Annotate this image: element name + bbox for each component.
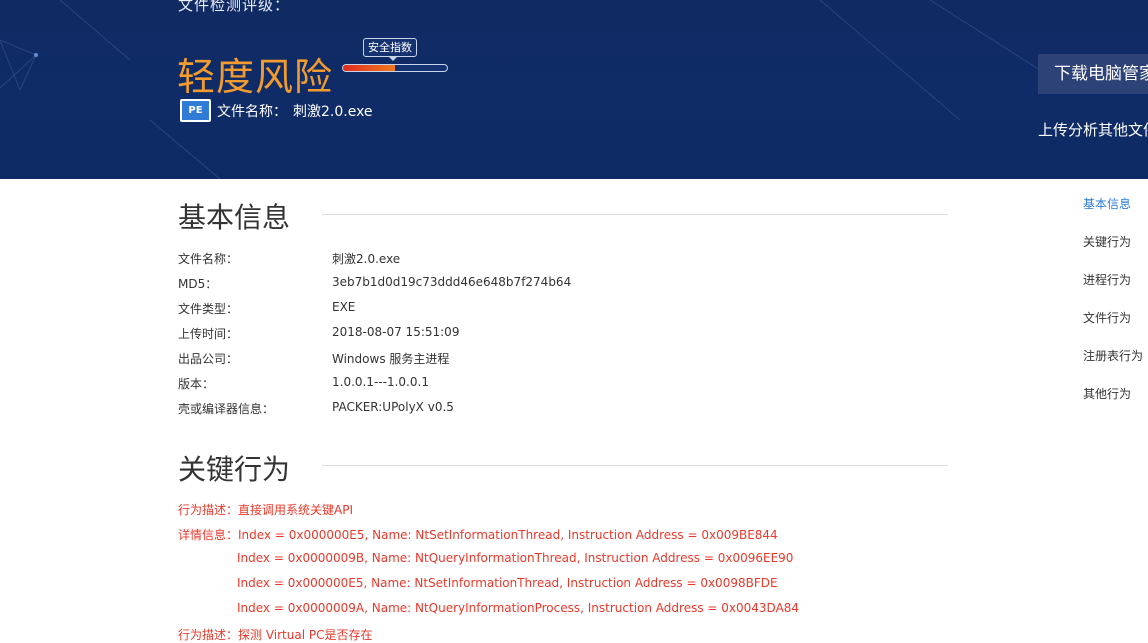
info-value: 1.0.0.1---1.0.0.1 xyxy=(332,375,429,389)
info-value: 3eb7b1d0d19c73ddd46e648b7f274b64 xyxy=(332,275,572,289)
behavior-description: 行为描述：直接调用系统关键API xyxy=(178,501,353,518)
section-divider xyxy=(322,214,948,215)
info-value: 刺激2.0.exe xyxy=(332,252,401,266)
info-value: Windows 服务主进程 xyxy=(332,352,450,366)
info-value: 2018-08-07 15:51:09 xyxy=(332,325,460,339)
behavior-desc-value: 探测 Virtual PC是否存在 xyxy=(238,628,373,642)
nav-item-other-behavior[interactable]: 其他行为 xyxy=(1083,385,1131,402)
safety-index-tooltip: 安全指数 xyxy=(363,38,417,61)
info-label: 文件类型： xyxy=(178,302,239,316)
info-label: 壳或编译器信息： xyxy=(178,402,275,416)
section-divider xyxy=(322,465,948,466)
safety-index-meter xyxy=(342,64,448,72)
nav-item-file-behavior[interactable]: 文件行为 xyxy=(1083,309,1131,326)
file-name-label: 文件名称： xyxy=(217,103,287,120)
info-label: 出品公司： xyxy=(178,352,239,366)
behavior-desc-value: 直接调用系统关键API xyxy=(238,503,354,517)
risk-level: 轻度风险 xyxy=(177,55,334,99)
nav-item-key-behavior[interactable]: 关键行为 xyxy=(1083,233,1131,250)
nav-item-registry-behavior[interactable]: 注册表行为 xyxy=(1083,347,1143,364)
report-banner: 文件检测评级： 轻度风险 安全指数 PE 文件名称： 刺激2.0.exe 下载电… xyxy=(0,0,1148,179)
behavior-detail-line: Index = 0x0000009B, Name: NtQueryInforma… xyxy=(237,551,794,565)
background-decoration xyxy=(0,0,1041,179)
info-label: 上传时间： xyxy=(178,327,239,341)
behavior-desc-label: 行为描述： xyxy=(178,628,239,642)
file-name-value: 刺激2.0.exe xyxy=(293,103,373,120)
nav-item-process-behavior[interactable]: 进程行为 xyxy=(1083,271,1131,288)
upload-other-file-link[interactable]: 上传分析其他文件 xyxy=(1038,119,1148,140)
behavior-detail-line: Index = 0x000000E5, Name: NtSetInformati… xyxy=(238,528,778,542)
info-label: 文件名称： xyxy=(178,252,239,266)
grade-label: 文件检测评级： xyxy=(178,0,291,14)
behavior-detail-line: Index = 0x0000009A, Name: NtQueryInforma… xyxy=(237,601,800,615)
basic-info-title: 基本信息 xyxy=(178,201,291,234)
info-label: 版本： xyxy=(178,377,215,391)
info-value: PACKER:UPolyX v0.5 xyxy=(332,400,454,414)
behavior-detail: 详情信息：Index = 0x000000E5, Name: NtSetInfo… xyxy=(178,526,778,543)
download-pc-manager-button[interactable]: 下载电脑管家 xyxy=(1038,54,1148,94)
info-value: EXE xyxy=(332,300,356,314)
file-name-row: PE 文件名称： 刺激2.0.exe xyxy=(180,99,373,122)
node-dot xyxy=(34,53,38,57)
behavior-detail-label: 详情信息： xyxy=(178,528,239,542)
key-behavior-title: 关键行为 xyxy=(178,453,291,486)
behavior-detail-line: Index = 0x000000E5, Name: NtSetInformati… xyxy=(237,576,778,590)
pe-file-icon: PE xyxy=(180,99,211,122)
behavior-desc-label: 行为描述： xyxy=(178,503,239,517)
safety-index-fill xyxy=(343,65,395,71)
info-label: MD5： xyxy=(178,277,218,291)
nav-item-basic-info[interactable]: 基本信息 xyxy=(1083,195,1131,212)
behavior-description: 行为描述：探测 Virtual PC是否存在 xyxy=(178,626,372,643)
